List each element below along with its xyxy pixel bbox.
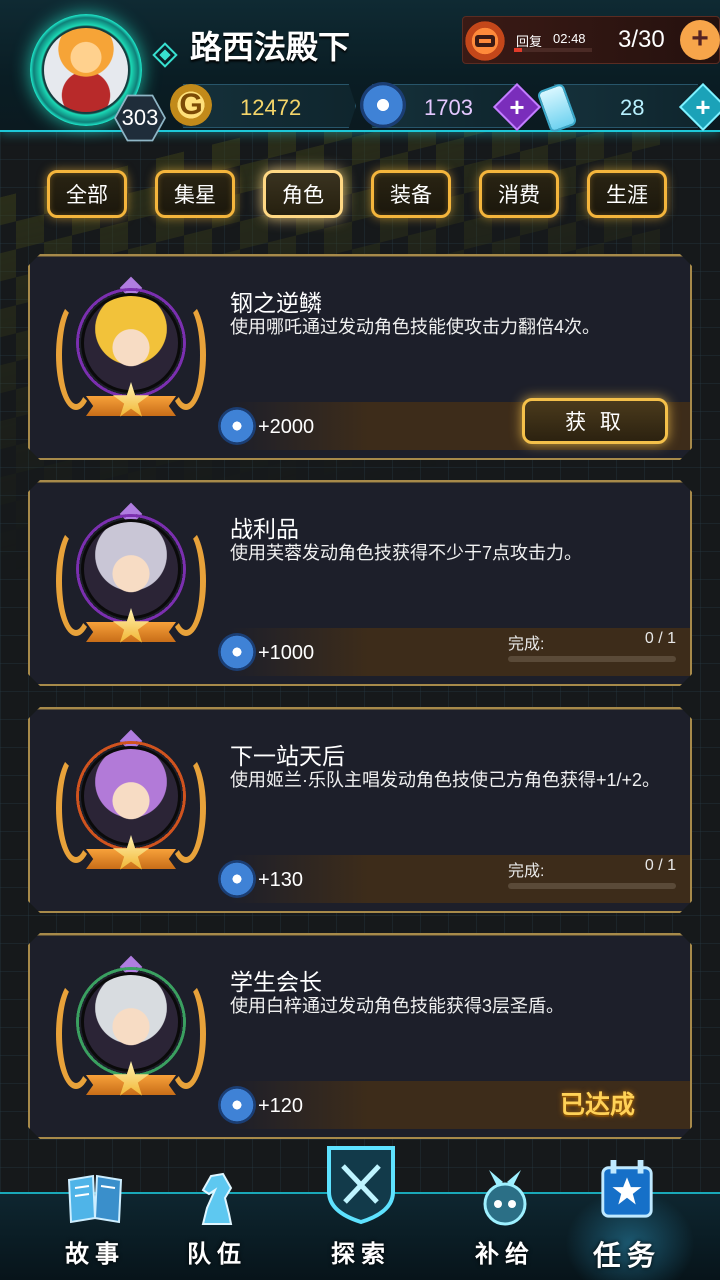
quest-title: 战利品 (230, 516, 299, 542)
nav-team[interactable]: 队伍 (152, 1150, 282, 1280)
gold-value: 12472 (240, 95, 302, 120)
gem-value: 1703 (424, 95, 473, 120)
gold-coin-icon: G (170, 84, 212, 126)
progress-label: 完成: (508, 863, 545, 880)
nav-label: 队伍 (187, 1241, 247, 1268)
quest-description: 使用姬兰·乐队主唱发动角色技使己方角色获得+1/+2。 (230, 770, 661, 790)
tab-equipment[interactable]: 装备 (371, 170, 451, 218)
progress-value: 0 / 1 (644, 857, 676, 874)
bottle-value: 28 (620, 95, 645, 120)
portrait-badge (56, 506, 206, 656)
nav-label: 故事 (65, 1241, 125, 1268)
reward-value: +130 (258, 869, 304, 891)
star-calendar-icon (597, 1160, 657, 1220)
reward-value: +120 (258, 1095, 304, 1117)
tab-stars[interactable]: 集星 (155, 170, 235, 218)
character-portrait (81, 519, 181, 619)
claim-button[interactable]: 获 取 (522, 398, 668, 444)
gem-reward-icon (218, 407, 256, 445)
nav-label: 探索 (331, 1241, 391, 1268)
progress-value: 0 / 1 (644, 630, 676, 647)
gem-reward-icon (218, 633, 256, 671)
character-portrait (81, 746, 181, 846)
add-stamina-button[interactable]: + (680, 20, 720, 60)
quest-card: 下一站天后 使用姬兰·乐队主唱发动角色技使己方角色获得+1/+2。 +130 完… (28, 707, 692, 913)
knight-icon (187, 1168, 247, 1228)
portrait-badge (56, 733, 206, 883)
nav-explore[interactable]: 探索 (296, 1146, 426, 1280)
header: 303 路西法殿下 回复 02:48 3/30 + G 12472 1703 +… (0, 0, 720, 142)
quest-title: 钢之逆鳞 (230, 290, 322, 316)
quest-description: 使用哪吒通过发动角色技能使攻击力翻倍4次。 (230, 317, 601, 337)
quest-card: 战利品 使用芙蓉发动角色技获得不少于7点攻击力。 +1000 完成: 0 / 1 (28, 480, 692, 686)
stamina-glyph (475, 35, 495, 47)
nav-supply[interactable]: 补给 (440, 1150, 570, 1280)
nav-missions[interactable]: 任务 (562, 1150, 692, 1280)
stamina-count: 3/30 (618, 26, 665, 53)
reward-value: +2000 (258, 416, 315, 438)
tab-characters[interactable]: 角色 (263, 170, 343, 218)
portrait-badge (56, 959, 206, 1109)
nav-label: 补给 (475, 1241, 535, 1268)
portrait-badge (56, 280, 206, 430)
bottom-nav: 故事 队伍 探索 补给 任务 (0, 1146, 720, 1280)
quest-card: 学生会长 使用白梓通过发动角色技能获得3层圣盾。 +120 已达成 (28, 933, 692, 1139)
progress-track (508, 656, 676, 662)
quest-description: 使用白梓通过发动角色技能获得3层圣盾。 (230, 996, 565, 1016)
stamina-bar-fill (514, 48, 522, 52)
tab-all[interactable]: 全部 (47, 170, 127, 218)
robot-icon (475, 1168, 535, 1228)
progress-label: 完成: (508, 636, 545, 653)
tab-consumption[interactable]: 消费 (479, 170, 559, 218)
quest-card: 钢之逆鳞 使用哪吒通过发动角色技能使攻击力翻倍4次。 +2000 获 取 (28, 254, 692, 460)
avatar[interactable] (44, 28, 128, 112)
quest-title: 下一站天后 (230, 743, 345, 769)
book-icon (65, 1168, 125, 1228)
character-portrait (81, 972, 181, 1072)
gem-reward-icon (218, 1086, 256, 1124)
achieved-label: 已达成 (560, 1091, 636, 1119)
progress-track (508, 883, 676, 889)
stamina-bar (514, 48, 592, 52)
stamina-icon (462, 18, 508, 64)
character-portrait (81, 293, 181, 393)
quest-description: 使用芙蓉发动角色技获得不少于7点攻击力。 (230, 543, 583, 563)
player-name: 路西法殿下 (190, 29, 351, 65)
stamina-timer: 02:48 (553, 31, 586, 46)
gem-icon (360, 82, 406, 128)
gem-reward-icon (218, 860, 256, 898)
quest-title: 学生会长 (230, 969, 322, 995)
nav-label: 任务 (592, 1240, 661, 1271)
tab-career[interactable]: 生涯 (587, 170, 667, 218)
crossed-swords-icon (323, 1142, 399, 1226)
reward-value: +1000 (258, 642, 315, 664)
nav-story[interactable]: 故事 (30, 1150, 160, 1280)
